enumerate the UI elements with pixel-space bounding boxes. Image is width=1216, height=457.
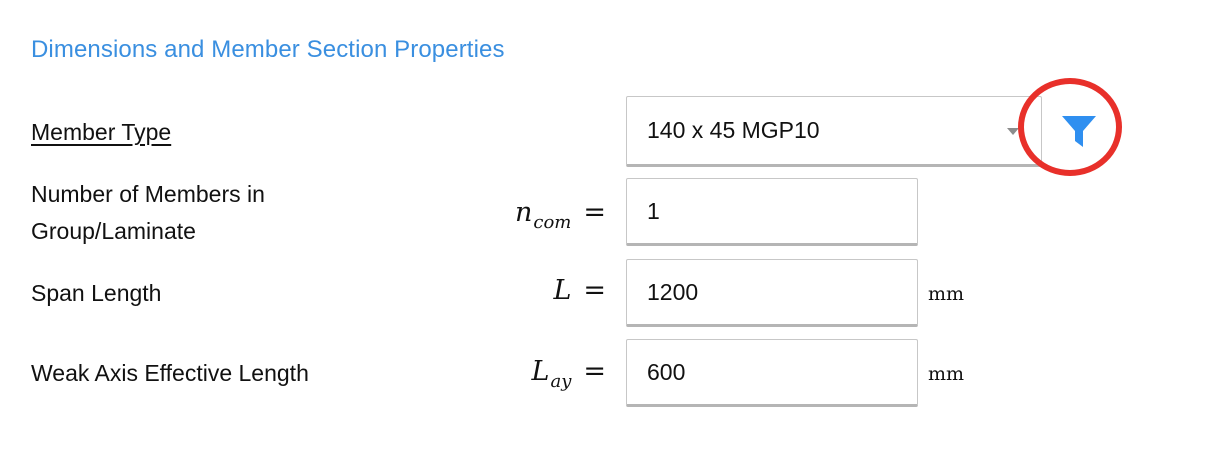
span-length-symbol: L = [553, 275, 606, 306]
span-length-input[interactable]: 1200 [626, 259, 918, 327]
span-length-value: 1200 [647, 278, 699, 305]
member-type-value: 140 x 45 MGP10 [647, 117, 820, 143]
member-type-select[interactable]: 140 x 45 MGP10 [626, 96, 1042, 167]
num-members-input[interactable]: 1 [626, 178, 918, 246]
span-length-equals: = [583, 275, 606, 306]
weak-axis-unit: mm [928, 363, 965, 385]
span-length-symbol-base: L [553, 275, 572, 306]
num-members-equals: = [583, 197, 606, 228]
num-members-value: 1 [647, 197, 660, 224]
filter-button[interactable] [1043, 96, 1115, 167]
num-members-label-line1: Number of Members in [31, 181, 265, 207]
chevron-down-icon [1007, 128, 1019, 135]
weak-axis-symbol-sub: ay [550, 371, 572, 392]
weak-axis-symbol-base: L [531, 356, 550, 387]
weak-axis-symbol: Lay = [531, 356, 606, 392]
num-members-label: Number of Members in Group/Laminate [31, 176, 265, 250]
num-members-symbol: ncom = [514, 197, 606, 233]
num-members-symbol-base: n [514, 197, 533, 228]
span-length-label: Span Length [31, 280, 162, 306]
weak-axis-equals: = [583, 356, 606, 387]
num-members-symbol-sub: com [533, 212, 572, 233]
num-members-label-line2: Group/Laminate [31, 218, 196, 244]
weak-axis-label: Weak Axis Effective Length [31, 360, 309, 386]
weak-axis-value: 600 [647, 358, 686, 385]
filter-icon [1062, 115, 1096, 147]
weak-axis-input[interactable]: 600 [626, 339, 918, 407]
span-length-unit: mm [928, 283, 965, 305]
section-title: Dimensions and Member Section Properties [31, 36, 505, 63]
member-type-label[interactable]: Member Type [31, 114, 171, 151]
